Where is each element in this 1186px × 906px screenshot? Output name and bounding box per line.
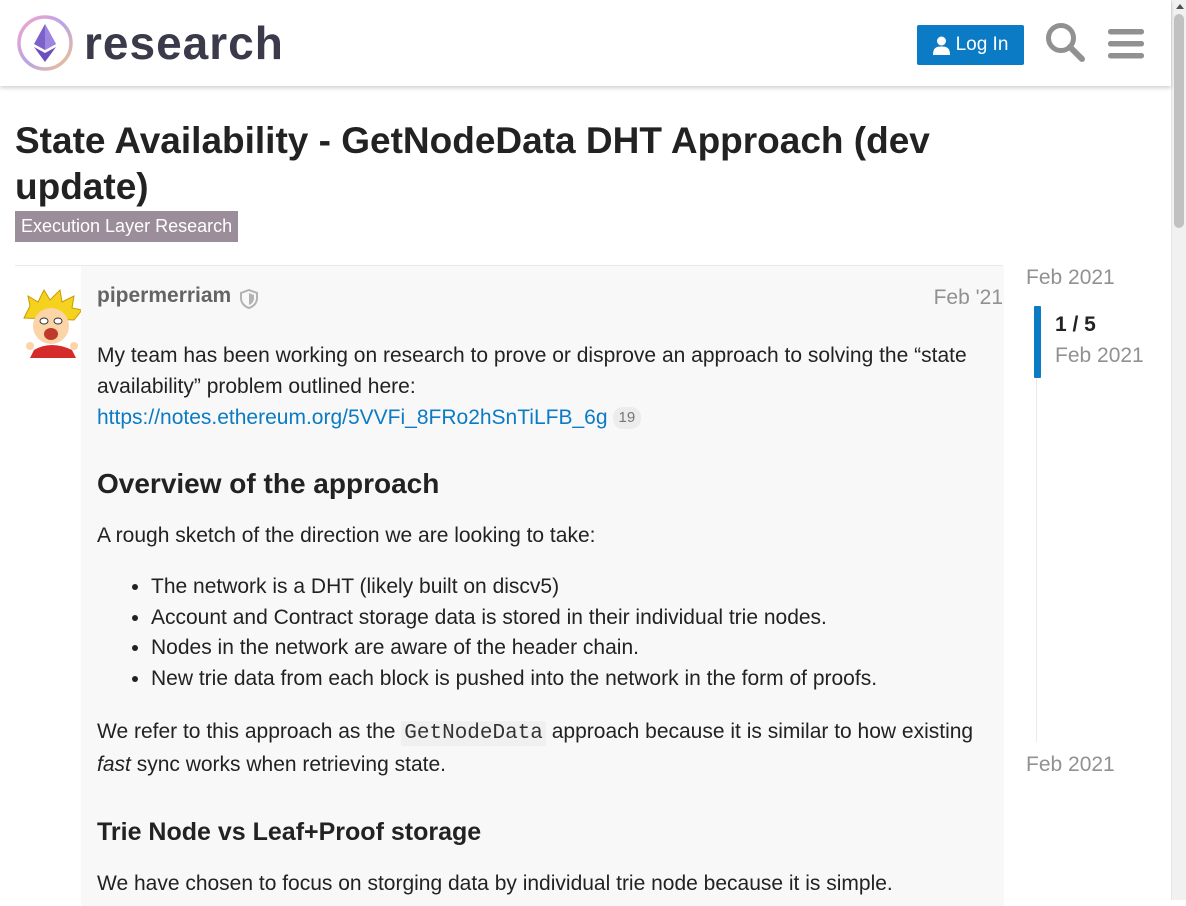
notes-link[interactable]: https://notes.ethereum.org/5VVFi_8FRo2hS… [97, 406, 608, 429]
category-badge[interactable]: Execution Layer Research [15, 211, 239, 242]
post-username[interactable]: pipermerriam [97, 284, 231, 308]
shield-icon [240, 289, 258, 309]
heading-overview: Overview of the approach [97, 468, 440, 499]
site-header: research Log In [0, 0, 1171, 86]
ethereum-research-logo-icon [17, 15, 73, 71]
approach-name-paragraph: We refer to this approach as the GetNode… [97, 716, 987, 780]
intro-text: My team has been working on research to … [97, 344, 967, 398]
timeline-position: 1 / 5 [1055, 313, 1096, 336]
logo-text: research [84, 17, 284, 69]
timeline-start-date[interactable]: Feb 2021 [1026, 266, 1115, 290]
user-icon [932, 36, 950, 55]
emphasis-text: fast [97, 753, 131, 776]
intro-paragraph: My team has been working on research to … [97, 340, 987, 433]
list-item: Account and Contract storage data is sto… [151, 603, 877, 634]
scroll-up-arrow-icon[interactable] [1176, 4, 1184, 9]
timeline-handle-date: Feb 2021 [1055, 344, 1144, 367]
topic-title[interactable]: State Availability - GetNodeData DHT App… [15, 118, 1005, 210]
timeline-scroll-handle[interactable] [1034, 306, 1041, 378]
link-click-count: 19 [612, 407, 642, 429]
storage-paragraph: We have chosen to focus on storging data… [97, 872, 893, 895]
post-date[interactable]: Feb '21 [934, 286, 1003, 310]
p3-before: We refer to this approach as the [97, 720, 402, 743]
p3-after: sync works when retrieving state. [130, 753, 446, 776]
login-button[interactable]: Log In [917, 25, 1024, 65]
user-avatar[interactable] [16, 288, 86, 358]
scrollbar-thumb[interactable] [1174, 14, 1184, 228]
list-item: The network is a DHT (likely built on di… [151, 572, 877, 603]
approach-list: The network is a DHT (likely built on di… [97, 572, 877, 694]
site-logo[interactable]: research [16, 14, 284, 72]
list-item: New trie data from each block is pushed … [151, 664, 877, 695]
login-label: Log In [955, 34, 1009, 55]
inline-code: GetNodeData [401, 721, 546, 746]
list-item: Nodes in the network are aware of the he… [151, 633, 877, 664]
p3-middle: approach because it is similar to how ex… [545, 720, 974, 743]
timeline-end-date[interactable]: Feb 2021 [1026, 753, 1115, 777]
hamburger-menu-icon[interactable] [1106, 24, 1146, 64]
sketch-paragraph: A rough sketch of the direction we are l… [97, 524, 596, 547]
post-body: pipermerriam Feb '21 My team has been wo… [81, 266, 1004, 906]
page-scrollbar[interactable] [1171, 0, 1186, 900]
post-cooked: My team has been working on research to … [97, 340, 987, 895]
heading-storage: Trie Node vs Leaf+Proof storage [97, 818, 482, 846]
search-icon[interactable] [1044, 21, 1086, 63]
